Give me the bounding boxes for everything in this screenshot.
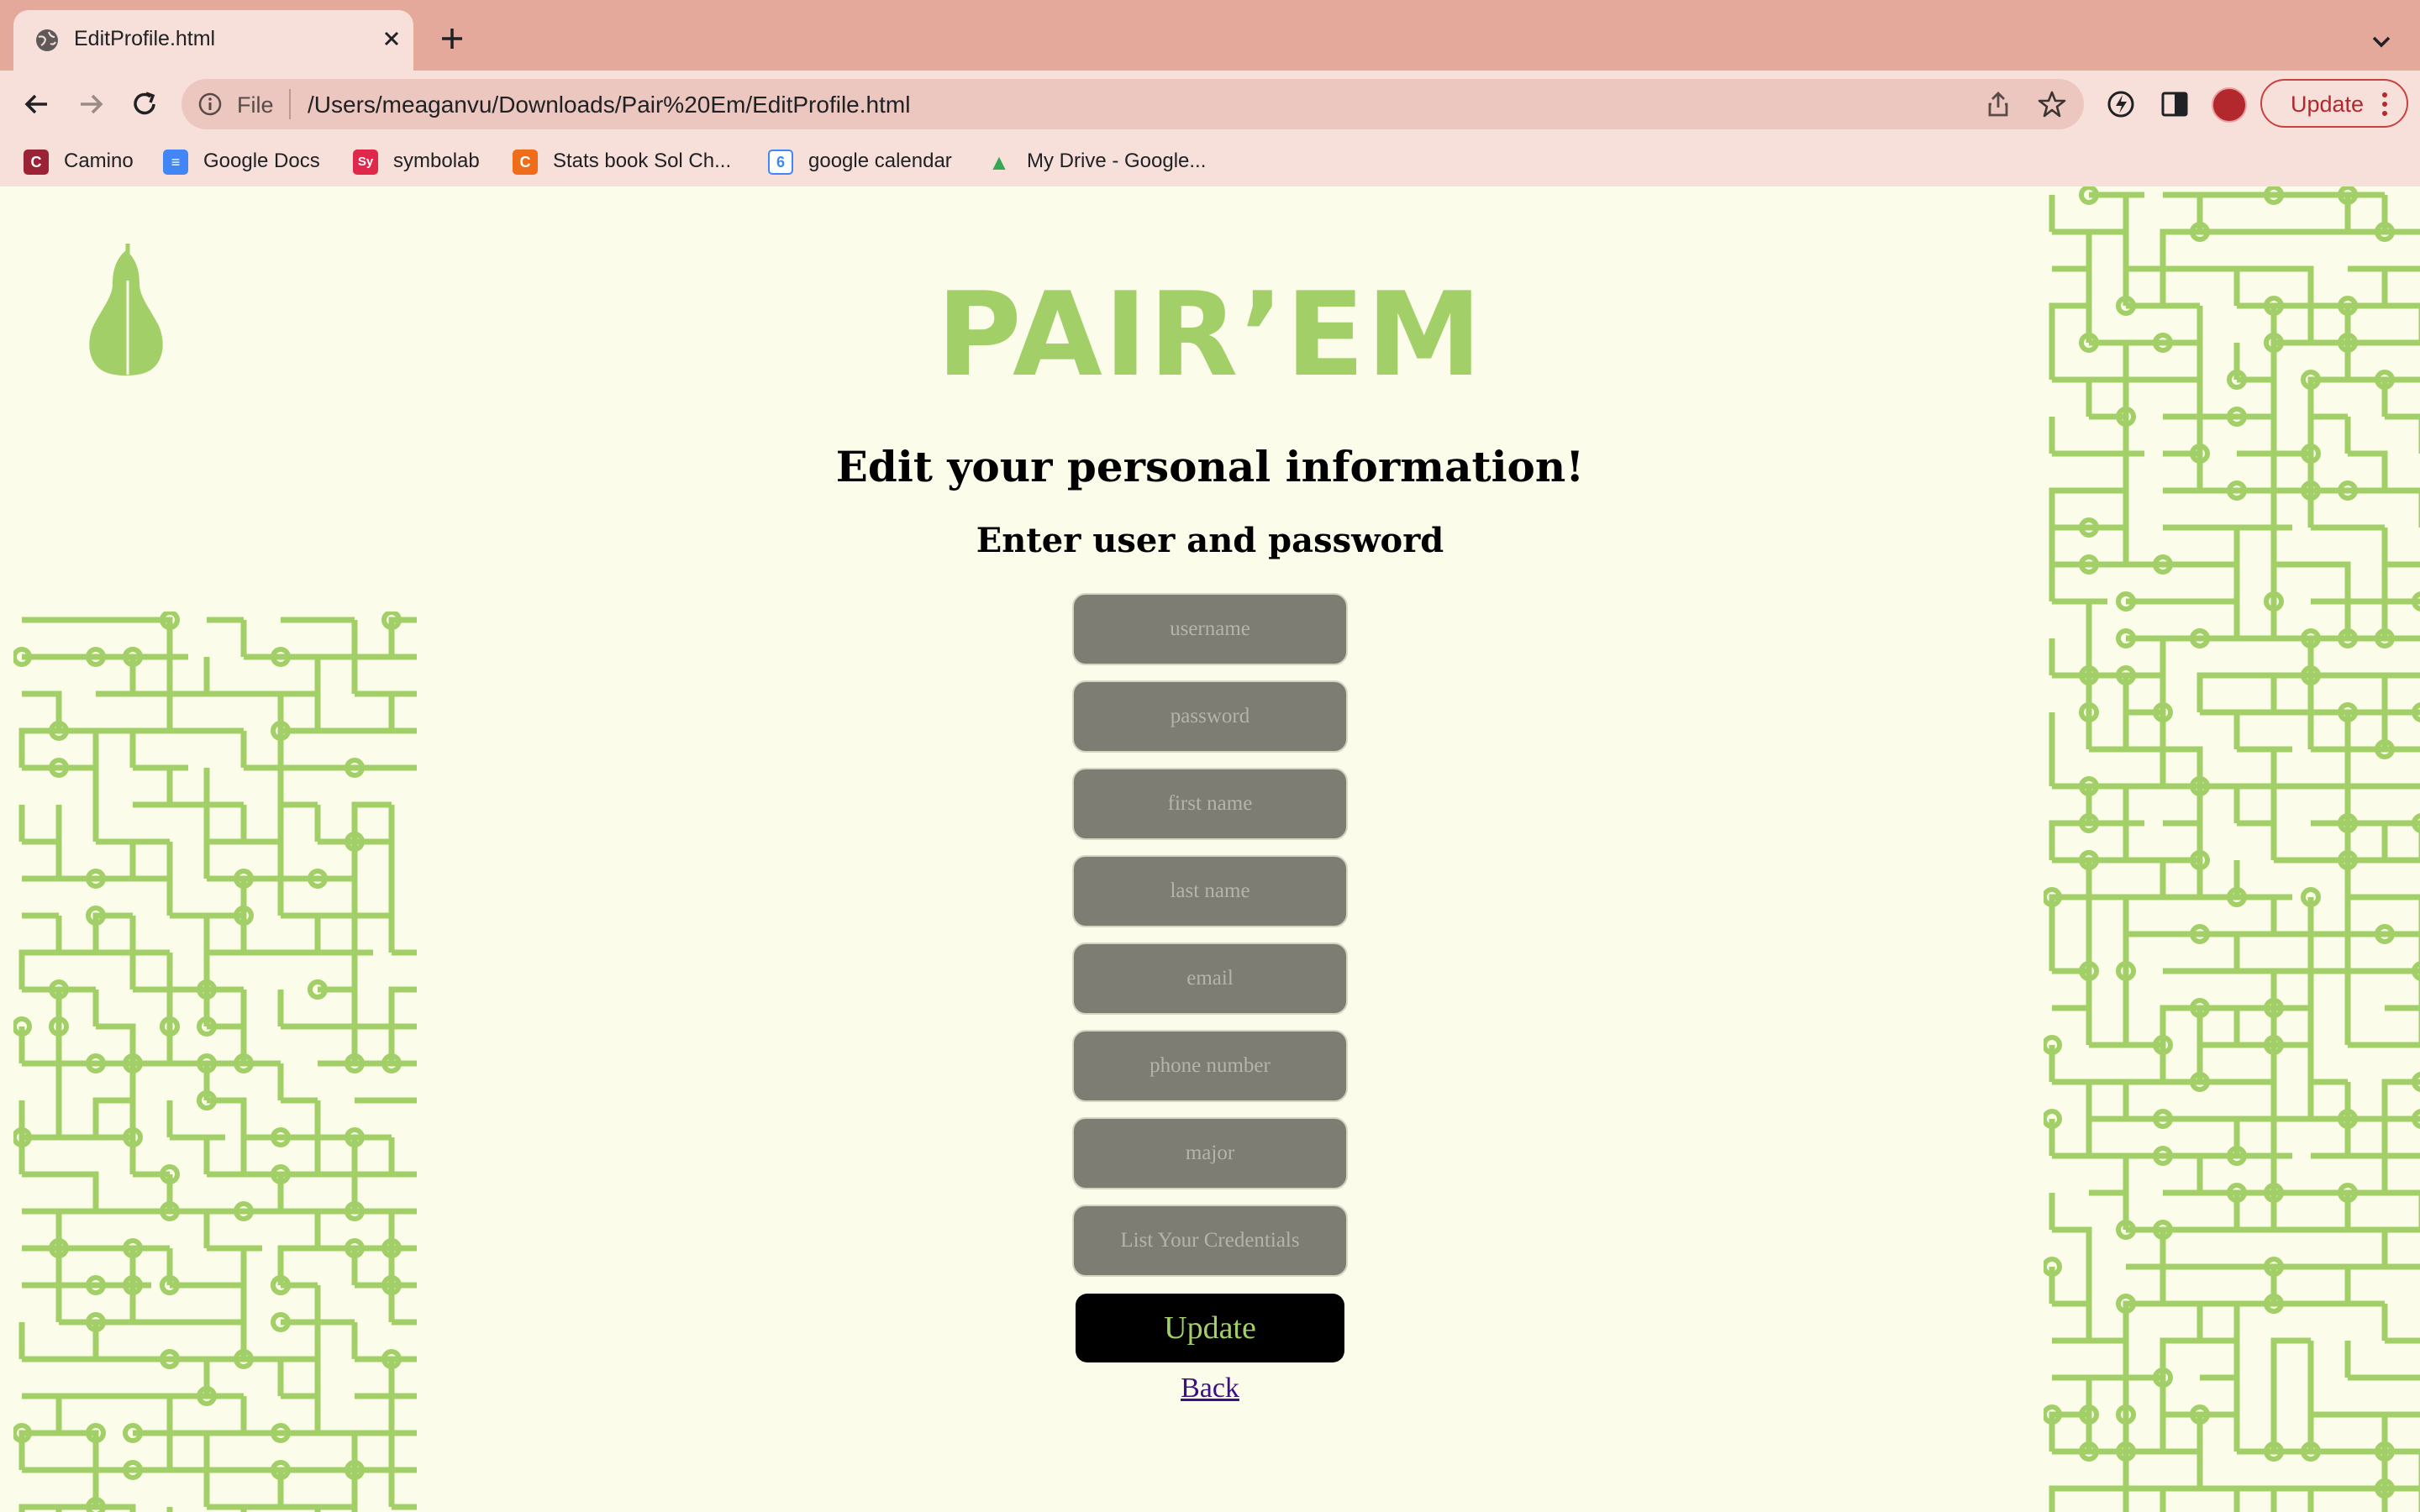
back-arrow-icon[interactable] [18, 86, 55, 123]
back-link[interactable]: Back [1181, 1373, 1239, 1404]
close-icon[interactable] [376, 24, 407, 54]
browser-tab[interactable]: EditProfile.html [13, 10, 413, 71]
calendar-icon: 6 [768, 150, 793, 175]
credentials-input[interactable] [1072, 1205, 1348, 1277]
globe-icon [36, 29, 58, 51]
phone-number-input[interactable] [1072, 1030, 1348, 1102]
browser-update-label: Update [2291, 92, 2365, 117]
divider [289, 89, 291, 119]
bookmark-label: symbolab [393, 150, 480, 172]
google-docs-icon: ≡ [163, 150, 188, 175]
tab-title: EditProfile.html [74, 27, 216, 50]
forward-arrow-icon[interactable] [72, 86, 109, 123]
google-drive-icon: ▲ [988, 150, 1010, 175]
browser-update-button[interactable]: Update [2260, 79, 2408, 128]
profile-avatar[interactable] [2212, 87, 2247, 123]
symbolab-icon: Sy [353, 150, 378, 175]
bookmark-label: google calendar [808, 150, 952, 172]
reload-icon[interactable] [126, 86, 163, 123]
chegg-icon: C [513, 150, 538, 175]
major-input[interactable] [1072, 1117, 1348, 1189]
bookmark-label: My Drive - Google... [1027, 150, 1207, 172]
bookmark-label: Camino [64, 150, 134, 172]
info-icon[interactable] [197, 91, 224, 118]
camino-icon: C [24, 150, 49, 175]
side-panel-icon[interactable] [2156, 86, 2193, 123]
update-button[interactable]: Update [1076, 1294, 1344, 1362]
chevron-down-icon[interactable] [2366, 27, 2396, 57]
email-input[interactable] [1072, 942, 1348, 1015]
site-logo: PAIR’EM [936, 267, 1484, 402]
url-text[interactable]: /Users/meaganvu/Downloads/Pair%20Em/Edit… [308, 92, 910, 118]
bookmark-star-icon[interactable] [2037, 89, 2067, 119]
tab-strip: EditProfile.html [0, 0, 2420, 71]
address-bar[interactable]: File /Users/meaganvu/Downloads/Pair%20Em… [182, 79, 2084, 129]
bookmark-label: Google Docs [203, 150, 320, 172]
back-link-container: Back [0, 1373, 2420, 1404]
scheme-label: File [237, 92, 274, 118]
username-input[interactable] [1072, 593, 1348, 665]
bookmarks-bar: C Camino ≡ Google Docs Sy symbolab C Sta… [0, 138, 2420, 185]
browser-toolbar: File /Users/meaganvu/Downloads/Pair%20Em… [0, 71, 2420, 202]
page-title: Edit your personal information! [835, 442, 1585, 491]
page-content: PAIR’EM Edit your personal information! … [0, 186, 2420, 1512]
last-name-input[interactable] [1072, 855, 1348, 927]
share-icon[interactable] [1983, 89, 2013, 119]
bookmark-label: Stats book Sol Ch... [553, 150, 732, 172]
more-vert-icon [2382, 92, 2387, 116]
page-subtitle: Enter user and password [976, 521, 1444, 560]
extensions-icon[interactable] [2102, 86, 2139, 123]
password-input[interactable] [1072, 680, 1348, 753]
new-tab-icon[interactable] [437, 24, 467, 54]
first-name-input[interactable] [1072, 768, 1348, 840]
